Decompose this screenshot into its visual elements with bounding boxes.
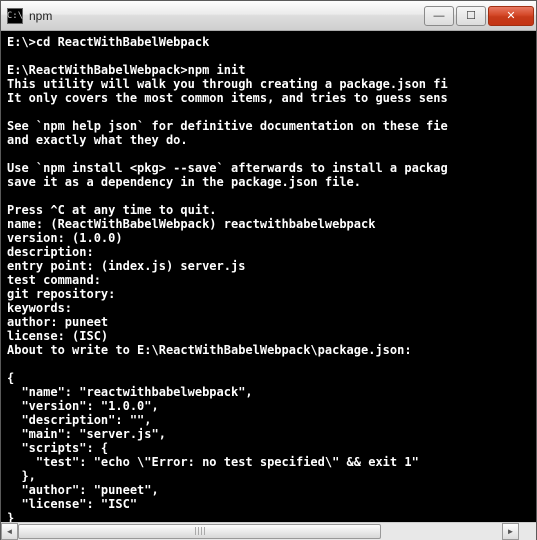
- titlebar[interactable]: C:\ npm — ☐ ✕: [1, 1, 536, 31]
- window-title: npm: [29, 9, 424, 23]
- close-button[interactable]: ✕: [488, 6, 534, 26]
- minimize-button[interactable]: —: [424, 6, 454, 26]
- command-prompt-window: C:\ npm — ☐ ✕ E:\>cd ReactWithBabelWebpa…: [0, 0, 537, 540]
- horizontal-scrollbar[interactable]: ◄ ►: [1, 522, 536, 539]
- scroll-right-button[interactable]: ►: [502, 523, 519, 540]
- scroll-track[interactable]: [18, 523, 502, 540]
- scroll-left-button[interactable]: ◄: [1, 523, 18, 540]
- maximize-button[interactable]: ☐: [456, 6, 486, 26]
- window-controls: — ☐ ✕: [424, 6, 534, 26]
- scroll-thumb[interactable]: [18, 524, 381, 539]
- app-icon: C:\: [7, 8, 23, 24]
- terminal-output[interactable]: E:\>cd ReactWithBabelWebpack E:\ReactWit…: [1, 31, 536, 522]
- resize-grip[interactable]: [519, 523, 536, 540]
